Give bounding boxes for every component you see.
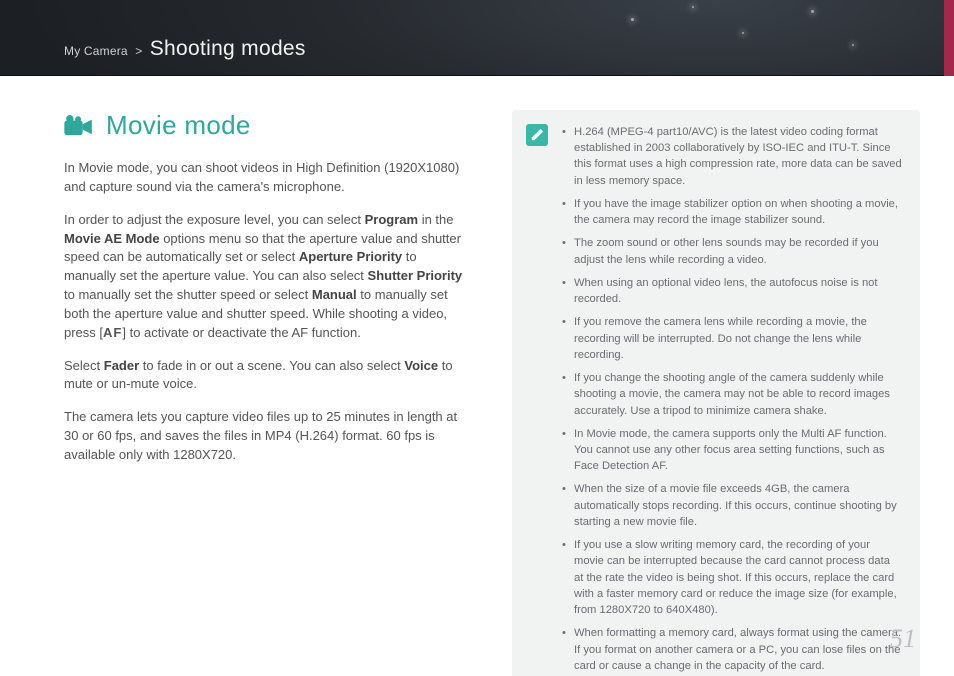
text: Select (64, 358, 104, 373)
breadcrumb-separator: > (132, 44, 145, 58)
note-item: In Movie mode, the camera supports only … (562, 426, 902, 475)
note-item: When using an optional video lens, the a… (562, 275, 902, 307)
note-list: H.264 (MPEG-4 part10/AVC) is the latest … (562, 124, 902, 674)
note-item: When formatting a memory card, always fo… (562, 625, 902, 674)
section-title: Movie mode (106, 110, 251, 141)
note-pencil-icon (526, 124, 548, 146)
text: to manually set the shutter speed or sel… (64, 287, 312, 302)
fader-label: Fader (104, 358, 139, 373)
note-item: H.264 (MPEG-4 part10/AVC) is the latest … (562, 124, 902, 189)
page-header: My Camera > Shooting modes (0, 0, 954, 76)
sparkle-decoration (852, 44, 854, 46)
sparkle-decoration (692, 6, 694, 8)
breadcrumb-parent: My Camera (64, 44, 128, 58)
text: ] to activate or deactivate the AF funct… (122, 325, 360, 340)
voice-label: Voice (404, 358, 438, 373)
capture-limits-paragraph: The camera lets you capture video files … (64, 408, 464, 465)
note-item: If you use a slow writing memory card, t… (562, 537, 902, 618)
right-column: H.264 (MPEG-4 part10/AVC) is the latest … (512, 110, 920, 676)
shutter-priority-label: Shutter Priority (368, 268, 463, 283)
note-item: If you have the image stabilizer option … (562, 196, 902, 228)
note-item: If you change the shooting angle of the … (562, 370, 902, 419)
note-item: If you remove the camera lens while reco… (562, 314, 902, 363)
intro-paragraph: In Movie mode, you can shoot videos in H… (64, 159, 464, 197)
aperture-priority-label: Aperture Priority (299, 249, 402, 264)
manual-page: My Camera > Shooting modes Movie mode In… (0, 0, 954, 676)
page-content: Movie mode In Movie mode, you can shoot … (0, 76, 954, 676)
manual-label: Manual (312, 287, 357, 302)
page-number: 51 (890, 624, 916, 654)
program-label: Program (365, 212, 418, 227)
note-item: The zoom sound or other lens sounds may … (562, 235, 902, 267)
breadcrumb: My Camera > Shooting modes (64, 37, 306, 61)
movie-camera-icon (64, 115, 94, 137)
sparkle-decoration (742, 32, 744, 34)
exposure-paragraph: In order to adjust the exposure level, y… (64, 211, 464, 343)
sparkle-decoration (811, 10, 814, 13)
text: In order to adjust the exposure level, y… (64, 212, 365, 227)
text: in the (418, 212, 453, 227)
note-box: H.264 (MPEG-4 part10/AVC) is the latest … (512, 110, 920, 676)
note-item: When the size of a movie file exceeds 4G… (562, 481, 902, 530)
fader-paragraph: Select Fader to fade in or out a scene. … (64, 357, 464, 395)
sparkle-decoration (631, 18, 634, 21)
left-column: Movie mode In Movie mode, you can shoot … (64, 110, 464, 676)
movie-ae-mode-label: Movie AE Mode (64, 231, 160, 246)
section-title-row: Movie mode (64, 110, 464, 141)
breadcrumb-current: Shooting modes (150, 37, 306, 60)
af-button-label: AF (103, 325, 122, 340)
text: to fade in or out a scene. You can also … (139, 358, 404, 373)
